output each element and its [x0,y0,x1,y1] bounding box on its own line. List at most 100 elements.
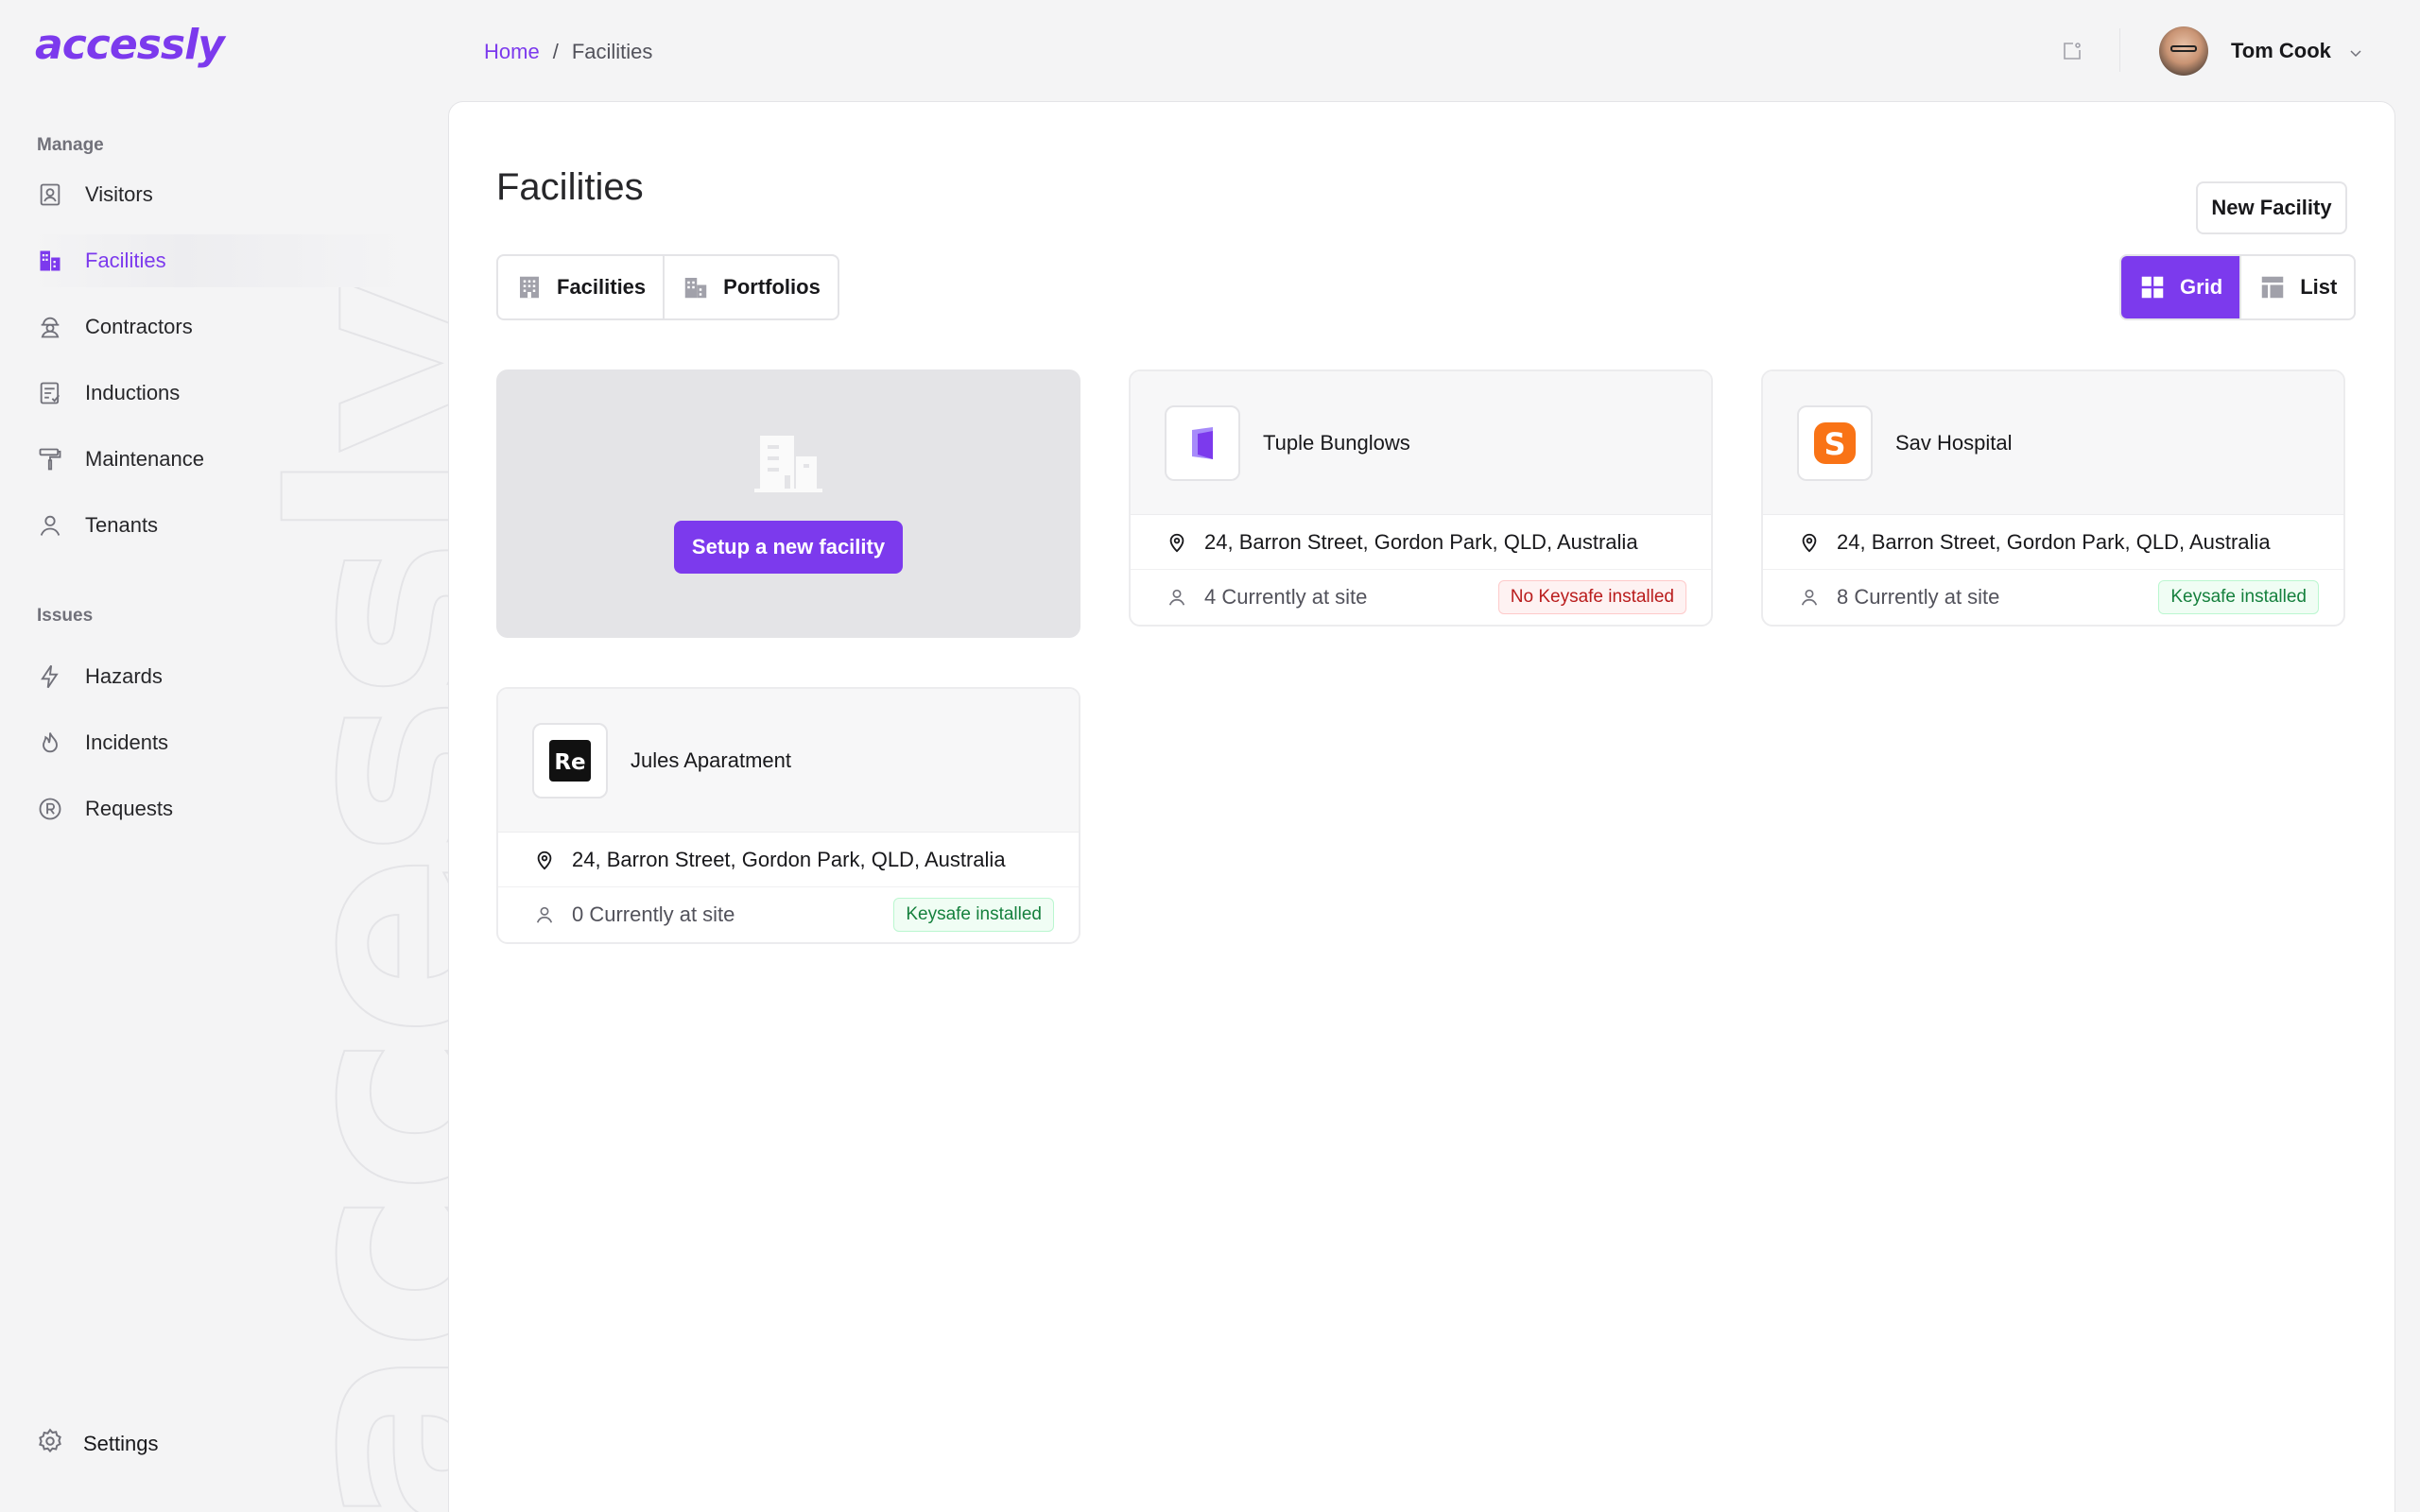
section-label-manage: Manage [37,135,104,155]
svg-text:Re: Re [554,750,585,775]
lightning-icon [36,662,64,691]
sidebar-item-incidents[interactable]: Incidents [28,716,411,769]
sidebar-item-requests[interactable]: Requests [28,782,411,835]
map-pin-icon [1802,533,1817,552]
user-icon [1801,589,1818,606]
sav-logo-icon: S [1814,421,1856,464]
user-icon [536,906,553,923]
facility-address: 24, Barron Street, Gordon Park, QLD, Aus… [1204,529,1638,554]
facility-status-row: 0 Currently at site Keysafe installed [498,887,1079,942]
registered-icon [36,795,64,823]
new-facility-button[interactable]: New Facility [2196,181,2347,234]
facility-card[interactable]: Re Jules Aparatment 24, Barron Street, G… [496,687,1080,944]
sidebar-item-contractors[interactable]: Contractors [28,301,411,353]
facility-address-row: 24, Barron Street, Gordon Park, QLD, Aus… [1763,515,2343,570]
sidebar-item-visitors[interactable]: Visitors [28,168,411,221]
breadcrumb-current: Facilities [571,40,653,63]
setup-facility-button[interactable]: Setup a new facility [673,521,904,574]
facilities-portfolios-tabs: Facilities Portfolios [496,254,839,320]
facility-address-row: 24, Barron Street, Gordon Park, QLD, Aus… [498,833,1079,887]
sidebar-item-label: Contractors [85,315,193,338]
tab-label: Portfolios [723,275,821,299]
facility-occupancy: 8 Currently at site [1837,585,2000,609]
sidebar: accessly accessly Manage Visitors Facili… [0,0,449,1512]
chevron-down-icon[interactable] [2348,45,2363,60]
setup-facility-card: Setup a new facility [496,369,1080,638]
facility-logo [1165,404,1240,481]
sidebar-item-label: Facilities [85,249,166,272]
sidebar-item-label: Tenants [85,513,159,537]
sidebar-item-label: Incidents [85,730,169,754]
sidebar-item-label: Visitors [85,182,153,206]
visitor-badge-icon [36,180,64,209]
facility-card[interactable]: S Sav Hospital 24, Barron Street, Gordon… [1761,369,2345,627]
gear-icon [36,1427,64,1461]
keysafe-badge: No Keysafe installed [1497,580,1686,614]
main-panel: Facilities New Facility Facilities Portf… [448,101,2395,1512]
keysafe-badge: Keysafe installed [2158,580,2319,614]
map-pin-icon [1169,533,1184,552]
facility-name[interactable]: Tuple Bunglows [1263,431,1410,455]
facility-card-header: Re Jules Aparatment [498,689,1079,833]
view-grid-button[interactable]: Grid [2121,256,2240,318]
view-toggle: Grid List [2119,254,2357,320]
paint-roller-icon [36,445,64,473]
map-pin-icon [537,850,552,869]
sidebar-item-facilities[interactable]: Facilities [28,234,411,287]
tab-facilities[interactable]: Facilities [498,256,663,318]
tab-label: Facilities [557,275,647,299]
view-label: List [2300,275,2338,299]
hardhat-icon [36,313,64,341]
facility-logo: Re [532,722,608,799]
facility-name[interactable]: Jules Aparatment [631,748,791,773]
section-label-issues: Issues [37,606,94,626]
facility-occupancy: 4 Currently at site [1204,585,1368,609]
facility-occupancy: 0 Currently at site [572,902,735,926]
facility-status-row: 8 Currently at site Keysafe installed [1763,570,2343,625]
flame-icon [36,729,64,757]
tuple-logo-icon [1192,426,1213,459]
facility-address: 24, Barron Street, Gordon Park, QLD, Aus… [1837,529,2271,554]
sidebar-item-maintenance[interactable]: Maintenance [28,433,411,486]
sidebar-item-label: Inductions [85,381,181,404]
facility-address: 24, Barron Street, Gordon Park, QLD, Aus… [572,847,1006,871]
svg-text:S: S [1824,426,1845,462]
external-link-icon[interactable] [2061,40,2083,62]
breadcrumb-home[interactable]: Home [484,40,540,64]
facility-card-header: S Sav Hospital [1763,371,2343,515]
building-icon [520,276,539,299]
grid-icon [2141,276,2164,299]
sidebar-item-inductions[interactable]: Inductions [28,367,411,420]
table-icon [2261,276,2284,299]
sidebar-item-label: Requests [85,797,173,820]
facility-card[interactable]: Tuple Bunglows 24, Barron Street, Gordon… [1129,369,1713,627]
topbar-divider [2119,28,2120,72]
facility-address-row: 24, Barron Street, Gordon Park, QLD, Aus… [1131,515,1711,570]
view-list-button[interactable]: List [2239,256,2354,318]
keysafe-badge: Keysafe installed [893,898,1054,932]
sidebar-item-tenants[interactable]: Tenants [28,499,411,552]
buildings-icon [684,278,707,299]
user-icon [1168,589,1185,606]
breadcrumb: Home / Facilities [484,40,652,64]
settings-link[interactable]: Settings [36,1427,159,1461]
facility-card-header: Tuple Bunglows [1131,371,1711,515]
app-logo[interactable]: accessly [35,21,225,69]
view-label: Grid [2180,275,2223,299]
building-placeholder-icon [754,436,822,492]
sidebar-item-hazards[interactable]: Hazards [28,650,411,703]
settings-label: Settings [83,1432,159,1455]
building-icon [36,247,64,275]
facility-name[interactable]: Sav Hospital [1895,431,2013,455]
page-title: Facilities [496,166,644,208]
sidebar-item-label: Maintenance [85,447,204,471]
avatar[interactable] [2159,26,2208,76]
user-icon [36,511,64,540]
user-name[interactable]: Tom Cook [2231,39,2331,63]
facility-logo: S [1797,404,1873,481]
sidebar-item-label: Hazards [85,664,163,688]
tab-portfolios[interactable]: Portfolios [663,256,838,318]
facility-status-row: 4 Currently at site No Keysafe installed [1131,570,1711,625]
re-logo-icon: Re [549,739,591,782]
checklist-icon [36,379,64,407]
